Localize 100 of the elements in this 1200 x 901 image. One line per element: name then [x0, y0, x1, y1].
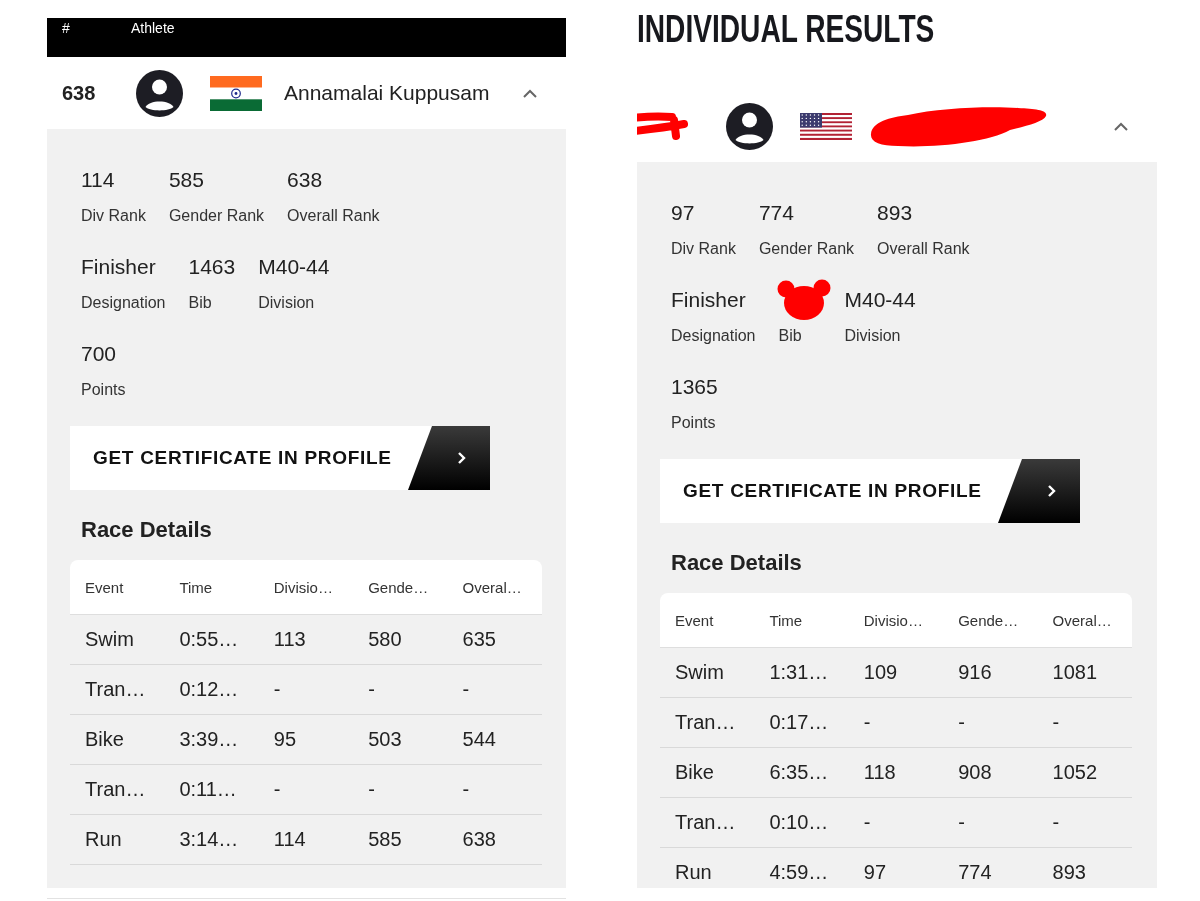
column-header: Gende…: [957, 611, 1020, 629]
stat-label: Designation: [81, 293, 166, 313]
section-title: Race Details: [81, 516, 213, 544]
table-cell-text: 0:11…: [178, 778, 238, 801]
stat-label: Div Rank: [671, 239, 736, 259]
stat-value: 700: [81, 341, 117, 367]
table-cell-text: Swim: [674, 661, 725, 684]
table-cell-text: 0:55…: [178, 628, 240, 651]
rank-number: 638: [62, 81, 96, 105]
column-header: Overal…: [461, 578, 523, 596]
avatar-icon: [136, 69, 183, 117]
table-cell-text: -: [1051, 811, 1061, 834]
table-cell-text: 893: [1051, 861, 1087, 884]
chevron-right-icon: [998, 459, 1080, 523]
column-header: Divisio…: [272, 578, 334, 596]
page-title: INDIVIDUAL RESULTS: [637, 7, 935, 51]
stat-label: Gender Rank: [758, 239, 855, 259]
certificate-button[interactable]: GET CERTIFICATE IN PROFILE: [70, 426, 490, 490]
stat-label: Points: [81, 380, 126, 400]
stat-value: Finisher: [81, 254, 156, 280]
table-cell-text: Tran…: [674, 711, 737, 734]
stat-value: M40-44: [258, 254, 330, 280]
table-cell-text: Tran…: [674, 811, 737, 834]
table-cell-text: -: [272, 778, 282, 801]
table-cell-text: -: [862, 711, 872, 734]
column-header: Time: [768, 611, 804, 629]
table-cell-text: Run: [84, 828, 123, 851]
stat-value: Finisher: [671, 287, 746, 313]
table-cell-text: 4:59…: [768, 861, 830, 884]
chevron-up-icon[interactable]: [523, 88, 537, 98]
stat-value: 585: [168, 167, 204, 193]
table-cell-text: -: [862, 811, 872, 834]
table-cell-text: 114: [272, 828, 307, 851]
table-cell-text: Swim: [84, 628, 135, 651]
table-cell-text: -: [367, 678, 376, 701]
us-flag-icon: [800, 112, 852, 140]
stat-label: Bib: [778, 326, 802, 346]
table-cell-text: Tran…: [84, 678, 147, 701]
column-header: Event: [674, 611, 715, 629]
stat-label: Designation: [671, 326, 756, 346]
column-header: Athlete: [131, 20, 175, 36]
table-cell-text: -: [957, 711, 966, 734]
table-cell-text: 0:12…: [178, 678, 240, 701]
table-cell-text: 544: [461, 728, 497, 751]
stat-value: 114: [81, 167, 115, 193]
india-flag-icon: [210, 75, 262, 111]
stat-label: Overall Rank: [287, 206, 380, 226]
avatar-icon: [726, 102, 773, 150]
table-cell-text: 3:14…: [178, 828, 240, 851]
column-header: #: [62, 20, 71, 36]
stat-value: 638: [287, 167, 323, 193]
table-cell-text: -: [461, 778, 471, 801]
table-cell-text: Bike: [84, 728, 125, 751]
stat-label: Division: [258, 293, 315, 313]
column-header: Overal…: [1051, 611, 1113, 629]
table-cell-text: Run: [674, 861, 713, 884]
table-cell-text: Bike: [674, 761, 715, 784]
stat-label: Div Rank: [81, 206, 146, 226]
table-cell-text: 908: [957, 761, 993, 784]
chevron-up-icon[interactable]: [1114, 121, 1128, 131]
table-cell-text: -: [272, 678, 282, 701]
stat-label: Division: [844, 326, 901, 346]
table-cell-text: 635: [461, 628, 497, 651]
stat-label: Points: [671, 413, 716, 433]
table-cell-text: 97: [862, 861, 888, 884]
table-cell-text: 0:10…: [768, 811, 830, 834]
table-cell-text: 580: [367, 628, 403, 651]
table-cell-text: 1081: [1051, 661, 1099, 684]
table-cell-text: 3:39…: [178, 728, 240, 751]
table-cell-text: 0:17…: [768, 711, 830, 734]
table-cell-text: 109: [862, 661, 899, 684]
stat-label: Gender Rank: [168, 206, 265, 226]
stat-value: 1365: [671, 374, 718, 400]
table-cell-text: -: [1051, 711, 1061, 734]
certificate-button[interactable]: GET CERTIFICATE IN PROFILE: [660, 459, 1080, 523]
stat-label: Overall Rank: [877, 239, 970, 259]
table-cell-text: 916: [957, 661, 993, 684]
column-header: Event: [84, 578, 125, 596]
table-cell-text: 6:35…: [768, 761, 830, 784]
column-header: Divisio…: [862, 611, 924, 629]
chevron-right-icon: [408, 426, 490, 490]
table-cell-text: 95: [272, 728, 298, 751]
stat-value: 97: [671, 200, 695, 226]
stat-value: M40-44: [844, 287, 916, 313]
table-cell-text: 113: [272, 628, 307, 651]
stat-value: 1463: [188, 254, 236, 280]
column-header: Gende…: [367, 578, 430, 596]
table-cell-text: 503: [367, 728, 403, 751]
table-cell-text: 774: [957, 861, 993, 884]
table-cell-text: -: [957, 811, 966, 834]
table-cell-text: -: [367, 778, 376, 801]
table-cell-text: Tran…: [84, 778, 147, 801]
stat-value: 893: [877, 200, 913, 226]
table-cell-text: -: [461, 678, 471, 701]
table-cell-text: 1052: [1051, 761, 1099, 784]
table-cell-text: 1:31…: [768, 661, 830, 684]
section-title: Race Details: [671, 549, 803, 577]
table-cell-text: 118: [862, 761, 897, 784]
column-header: Time: [178, 578, 214, 596]
stat-label: Bib: [188, 293, 212, 313]
